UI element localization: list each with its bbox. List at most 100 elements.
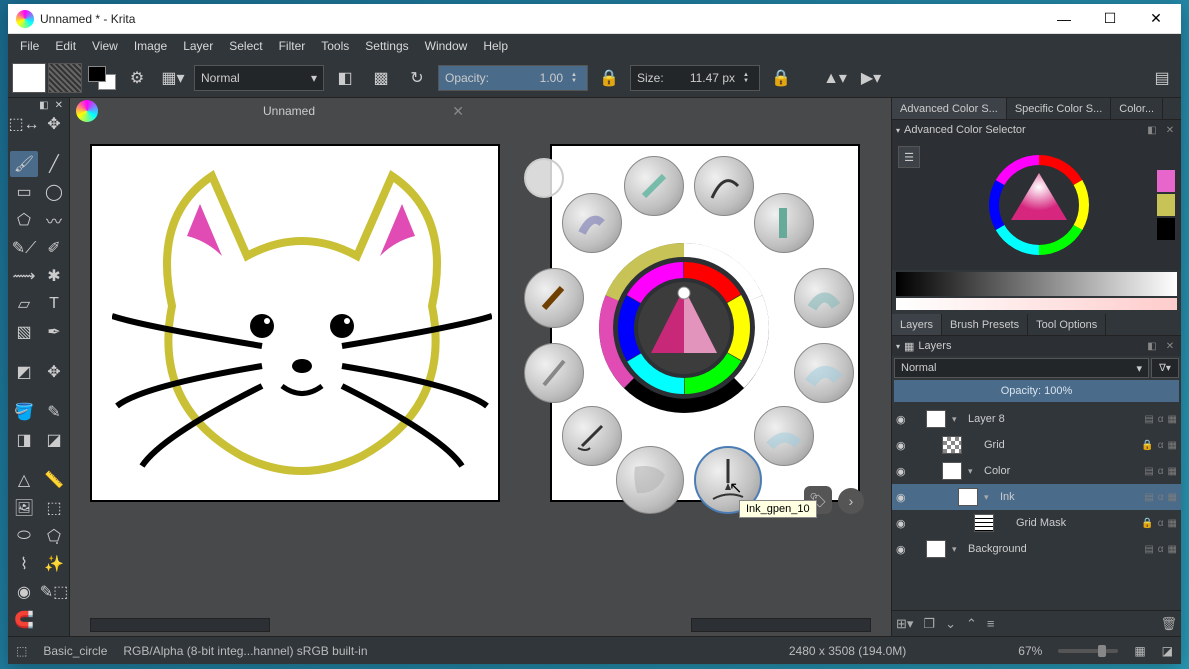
size-lock-button[interactable]: 🔒 (766, 63, 796, 93)
brush-preset-1[interactable] (624, 156, 684, 216)
delete-layer-button[interactable]: 🗑 (1160, 616, 1177, 632)
polygon-tool[interactable]: ⬠ (10, 207, 38, 233)
brush-preset-5[interactable] (524, 268, 584, 328)
expand-icon[interactable]: ▾ (984, 492, 994, 503)
crop-tool[interactable]: ◩ (10, 359, 38, 385)
brush-preset-2[interactable] (694, 156, 754, 216)
brush-preset-8[interactable] (794, 343, 854, 403)
document-tab[interactable]: Unnamed ✕ (104, 98, 474, 124)
smart-patch-tool[interactable]: ◪ (40, 427, 68, 453)
opacity-lock-button[interactable]: 🔒 (594, 63, 624, 93)
freehand-brush-tool[interactable]: 🖌 (10, 151, 38, 177)
layer-row[interactable]: ◉Grid🔒 α ▦ (892, 432, 1181, 458)
multibrush-tool[interactable]: ✱ (40, 263, 68, 289)
menu-layer[interactable]: Layer (175, 37, 221, 55)
blend-mode-select[interactable]: Normal▾ (194, 65, 324, 91)
visibility-icon[interactable]: ◉ (896, 413, 914, 426)
alpha-icon[interactable]: α (1158, 544, 1164, 555)
duplicate-layer-button[interactable]: ❐ (923, 616, 935, 632)
inherit-alpha-icon[interactable]: ▤ (1144, 492, 1153, 503)
visibility-icon[interactable]: ◉ (896, 439, 914, 452)
text-tool[interactable]: T (40, 291, 68, 317)
gradient-swatch[interactable] (12, 63, 46, 93)
expand-icon[interactable]: ▾ (968, 466, 978, 477)
menu-filter[interactable]: Filter (271, 37, 314, 55)
brush-preset-6[interactable] (794, 268, 854, 328)
layer-style-icon[interactable]: ▦ (1168, 466, 1177, 477)
brush-preset-9[interactable] (562, 406, 622, 466)
menu-help[interactable]: Help (475, 37, 516, 55)
tab-brush-presets[interactable]: Brush Presets (942, 314, 1028, 335)
brush-preset-7[interactable] (524, 343, 584, 403)
alpha-icon[interactable]: α (1158, 492, 1164, 503)
layer-opacity-slider[interactable]: Opacity: 100% (894, 380, 1179, 402)
tab-color[interactable]: Color... (1111, 98, 1163, 119)
bezier-tool[interactable]: ✎⟋ (10, 235, 38, 261)
tab-specific-color[interactable]: Specific Color S... (1007, 98, 1111, 119)
move-up-button[interactable]: ⌃ (966, 616, 977, 632)
tab-advanced-color[interactable]: Advanced Color S... (892, 98, 1007, 119)
line-tool[interactable]: ╱ (40, 151, 68, 177)
ellipse-select-tool[interactable]: ⬭ (10, 523, 38, 549)
layers-close-icon[interactable]: ✕ (1163, 339, 1177, 353)
layer-style-icon[interactable]: ▦ (1168, 492, 1177, 503)
layer-blend-mode-select[interactable]: Normal▾ (894, 358, 1149, 378)
menu-image[interactable]: Image (126, 37, 175, 55)
expand-icon[interactable]: ▾ (952, 544, 962, 555)
similar-color-select-tool[interactable]: ◉ (10, 579, 38, 605)
visibility-icon[interactable]: ◉ (896, 517, 914, 530)
size-slider[interactable]: Size: 11.47 px ▲▼ (630, 65, 760, 91)
layers-float-icon[interactable]: ◧ (1145, 339, 1159, 353)
menu-select[interactable]: Select (221, 37, 270, 55)
transform-tool[interactable]: ⬚↔ (10, 111, 38, 137)
menu-file[interactable]: File (12, 37, 47, 55)
layer-properties-button[interactable]: ≡ (987, 616, 995, 631)
magnetic-select-tool[interactable]: 🧲 (10, 607, 38, 633)
layer-row[interactable]: ◉▾Ink▤ α ▦ (892, 484, 1181, 510)
inherit-alpha-icon[interactable]: ▤ (1144, 544, 1153, 555)
canvas-page-1[interactable] (90, 144, 500, 502)
panel-close-icon[interactable]: ✕ (1163, 123, 1177, 137)
brush-preset-10[interactable] (754, 406, 814, 466)
layer-row[interactable]: ◉▾Background▤ α ▦ (892, 536, 1181, 562)
dock-close-icon[interactable]: ✕ (55, 100, 63, 111)
menu-edit[interactable]: Edit (47, 37, 84, 55)
color-picker-tool[interactable]: ✎ (40, 399, 68, 425)
swatch-3[interactable] (1157, 194, 1175, 216)
measure-tool[interactable]: 📏 (40, 467, 68, 493)
workspace-chooser-button[interactable]: ▤ (1147, 63, 1177, 93)
pattern-swatch[interactable] (48, 63, 82, 93)
zoom-slider[interactable] (1058, 649, 1118, 653)
layer-style-icon[interactable]: ▦ (1168, 544, 1177, 555)
maximize-button[interactable]: ☐ (1087, 4, 1133, 34)
fgbg-color-swatch[interactable] (88, 66, 116, 90)
color-preview-circle[interactable] (524, 158, 564, 198)
preset-grid-button[interactable]: ▦▾ (158, 63, 188, 93)
reference-tool[interactable]: 🖼 (10, 495, 38, 521)
rectangle-tool[interactable]: ▭ (10, 179, 38, 205)
minimize-button[interactable]: — (1041, 4, 1087, 34)
contiguous-select-tool[interactable]: ✨ (40, 551, 68, 577)
color-selector-menu-button[interactable]: ☰ (898, 146, 920, 168)
visibility-icon[interactable]: ◉ (896, 491, 914, 504)
alpha-lock-button[interactable]: ▩ (366, 63, 396, 93)
move-tool-2[interactable]: ✥ (40, 359, 68, 385)
palette-center[interactable] (599, 243, 769, 413)
fill-tool[interactable]: 🪣 (10, 399, 38, 425)
dynamic-brush-tool[interactable]: ⟿ (10, 263, 38, 289)
dock-float-icon[interactable]: ◧ (39, 100, 48, 111)
ellipse-tool[interactable]: ◯ (40, 179, 68, 205)
advanced-color-selector[interactable]: ☰ (892, 140, 1181, 270)
palette-next-button[interactable]: › (838, 488, 864, 514)
canvas-map-button[interactable]: ◪ (1162, 644, 1173, 658)
layer-style-icon[interactable]: ▦ (1168, 518, 1177, 529)
panel-float-icon[interactable]: ◧ (1145, 123, 1159, 137)
mirror-vertical-button[interactable]: ▶▾ (856, 63, 886, 93)
reload-preset-button[interactable]: ↻ (402, 63, 432, 93)
layer-filter-button[interactable]: ∇▾ (1151, 358, 1179, 378)
hscrollbar-2[interactable] (691, 618, 871, 632)
freehand-select-tool[interactable]: ⌇ (10, 551, 38, 577)
add-layer-button[interactable]: ⊞▾ (896, 616, 913, 632)
layer-row[interactable]: ◉▾Color▤ α ▦ (892, 458, 1181, 484)
gradient-tool[interactable]: ◨ (10, 427, 38, 453)
